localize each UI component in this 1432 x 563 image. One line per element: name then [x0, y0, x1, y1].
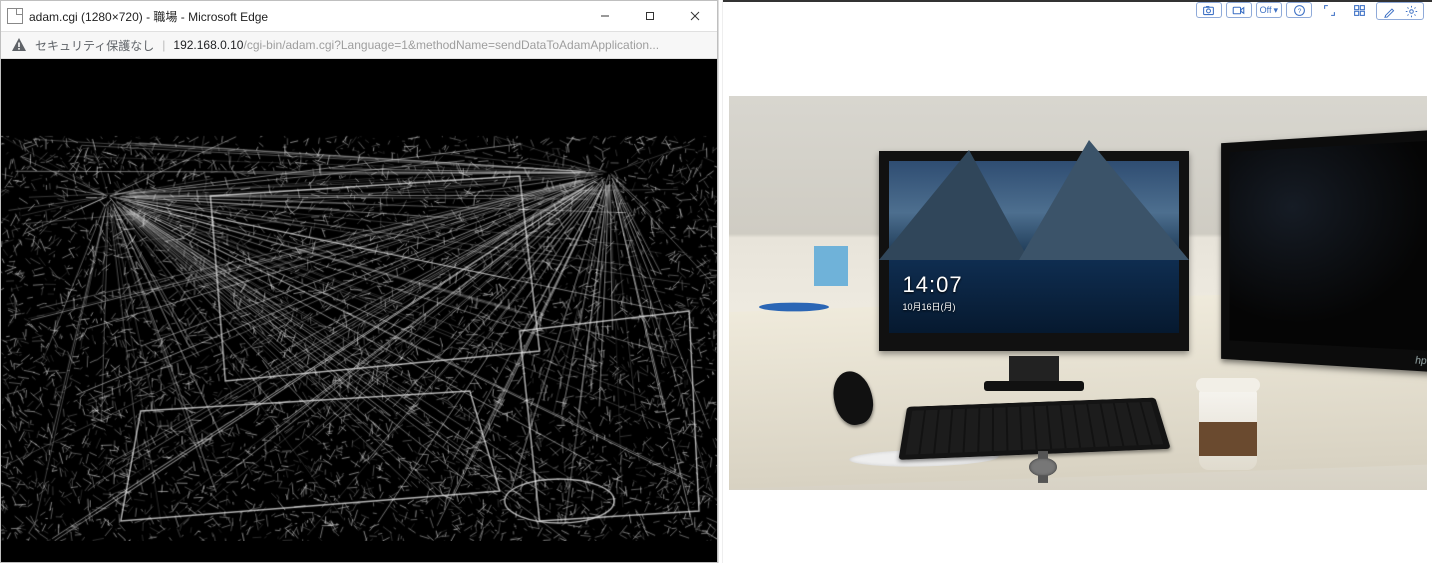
camera-icon[interactable] — [1196, 2, 1222, 18]
close-button[interactable] — [672, 1, 717, 31]
addrbar-separator: | — [162, 38, 165, 52]
camera-feed: 14:07 10月16日(月) hp — [729, 96, 1427, 490]
settings-group — [1376, 2, 1424, 20]
fullscreen-icon[interactable] — [1316, 2, 1342, 18]
video-pane: Off▾ ? — [723, 0, 1432, 563]
scene-box — [814, 246, 848, 286]
scene-tape — [759, 302, 829, 311]
svg-text:?: ? — [1297, 7, 1301, 14]
url-path: /cgi-bin/adam.cgi?Language=1&methodName=… — [243, 38, 659, 52]
security-label: セキュリティ保護なし — [35, 37, 154, 54]
video-icon[interactable] — [1226, 2, 1252, 18]
lockscreen-clock: 14:07 10月16日(月) — [903, 272, 963, 313]
lockscreen-time: 14:07 — [903, 272, 963, 298]
scene-coffee-cup — [1199, 388, 1257, 470]
monitor-brand-label: hp — [1415, 355, 1427, 367]
scene-monitor-base — [984, 381, 1084, 391]
scene-watch — [1029, 457, 1057, 476]
video-wrap: 14:07 10月16日(月) hp — [723, 2, 1432, 563]
edge-detection-image — [1, 81, 717, 541]
scene-keyboard — [898, 397, 1170, 459]
background-off-toggle[interactable]: Off▾ — [1256, 2, 1282, 18]
url-host: 192.168.0.10 — [173, 38, 243, 52]
lockscreen-date: 10月16日(月) — [903, 300, 963, 313]
address-bar[interactable]: セキュリティ保護なし | 192.168.0.10/cgi-bin/adam.c… — [1, 31, 717, 59]
not-secure-icon — [11, 37, 27, 53]
scene-monitor-right: hp — [1221, 127, 1427, 374]
window-controls — [582, 1, 717, 31]
off-label: Off — [1260, 5, 1272, 15]
window-titlebar[interactable]: adam.cgi (1280×720) - 職場 - Microsoft Edg… — [1, 1, 717, 31]
grid-view-icon[interactable] — [1346, 2, 1372, 18]
edge-content-area — [1, 59, 717, 562]
edge-browser-window: adam.cgi (1280×720) - 職場 - Microsoft Edg… — [0, 0, 718, 563]
minimize-button[interactable] — [582, 1, 627, 31]
chevron-down-icon: ▾ — [1273, 5, 1278, 16]
page-icon — [7, 8, 23, 24]
video-toolbar: Off▾ ? — [1196, 2, 1424, 20]
settings-gear-icon[interactable] — [1402, 4, 1420, 18]
url-text: 192.168.0.10/cgi-bin/adam.cgi?Language=1… — [173, 38, 707, 52]
scene-monitor-left: 14:07 10月16日(月) — [879, 151, 1189, 351]
window-title: adam.cgi (1280×720) - 職場 - Microsoft Edg… — [29, 8, 582, 25]
maximize-button[interactable] — [627, 1, 672, 31]
annotate-icon[interactable] — [1380, 4, 1398, 18]
help-icon[interactable]: ? — [1286, 2, 1312, 18]
